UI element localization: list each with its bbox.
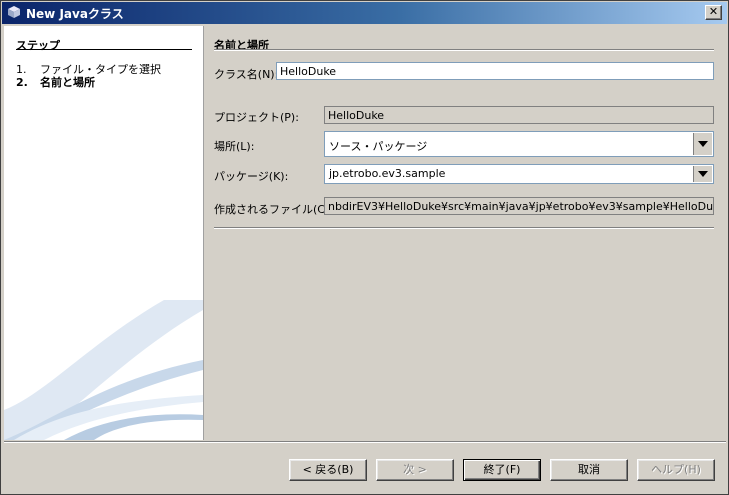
class-name-label: クラス名(N): bbox=[214, 68, 279, 81]
created-file-label: 作成されるファイル(C): bbox=[214, 203, 333, 216]
decorative-swoosh-graphic bbox=[4, 300, 203, 440]
step-number: 2. bbox=[16, 76, 28, 89]
button-bar-divider bbox=[4, 441, 726, 443]
package-label: パッケージ(K): bbox=[214, 170, 289, 183]
back-button[interactable]: < 戻る(B) bbox=[289, 459, 367, 481]
cancel-button[interactable]: 取消 bbox=[550, 459, 628, 481]
form-panel: 名前と場所 クラス名(N): HelloDuke プロジェクト(P): Hell… bbox=[204, 26, 726, 440]
step-item-2: 2. 名前と場所 bbox=[16, 74, 95, 90]
finish-button[interactable]: 終了(F) bbox=[463, 459, 541, 481]
window-title: New Javaクラス bbox=[26, 7, 124, 21]
steps-panel: ステップ 1. ファイル・タイプを選択 2. 名前と場所 bbox=[4, 26, 204, 440]
package-value: jp.etrobo.ev3.sample bbox=[329, 167, 446, 180]
steps-divider bbox=[16, 49, 192, 50]
project-label: プロジェクト(P): bbox=[214, 111, 299, 124]
title-bar[interactable]: New Javaクラス ✕ bbox=[2, 2, 727, 24]
location-combo[interactable]: ソース・パッケージ bbox=[324, 131, 714, 157]
new-java-class-dialog: New Javaクラス ✕ ステップ 1. ファイル・タイプを選択 2. 名前と場所… bbox=[0, 0, 729, 495]
package-combo[interactable]: jp.etrobo.ev3.sample bbox=[324, 164, 714, 184]
project-field: HelloDuke bbox=[324, 106, 714, 124]
chevron-down-icon[interactable] bbox=[693, 166, 712, 182]
form-divider bbox=[214, 227, 714, 229]
section-divider bbox=[214, 49, 714, 51]
app-cube-icon bbox=[8, 6, 20, 18]
step-label: 名前と場所 bbox=[40, 76, 95, 89]
next-button[interactable]: 次 > bbox=[376, 459, 454, 481]
chevron-down-icon[interactable] bbox=[693, 133, 712, 155]
created-file-field: nbdirEV3¥HelloDuke¥src¥main¥java¥jp¥etro… bbox=[324, 197, 714, 215]
help-button[interactable]: ヘルプ(H) bbox=[637, 459, 715, 481]
close-button[interactable]: ✕ bbox=[705, 5, 722, 20]
location-label: 場所(L): bbox=[214, 140, 255, 153]
steps-title: ステップ bbox=[16, 39, 60, 52]
class-name-field[interactable]: HelloDuke bbox=[276, 62, 714, 80]
location-value: ソース・パッケージ bbox=[329, 140, 428, 153]
